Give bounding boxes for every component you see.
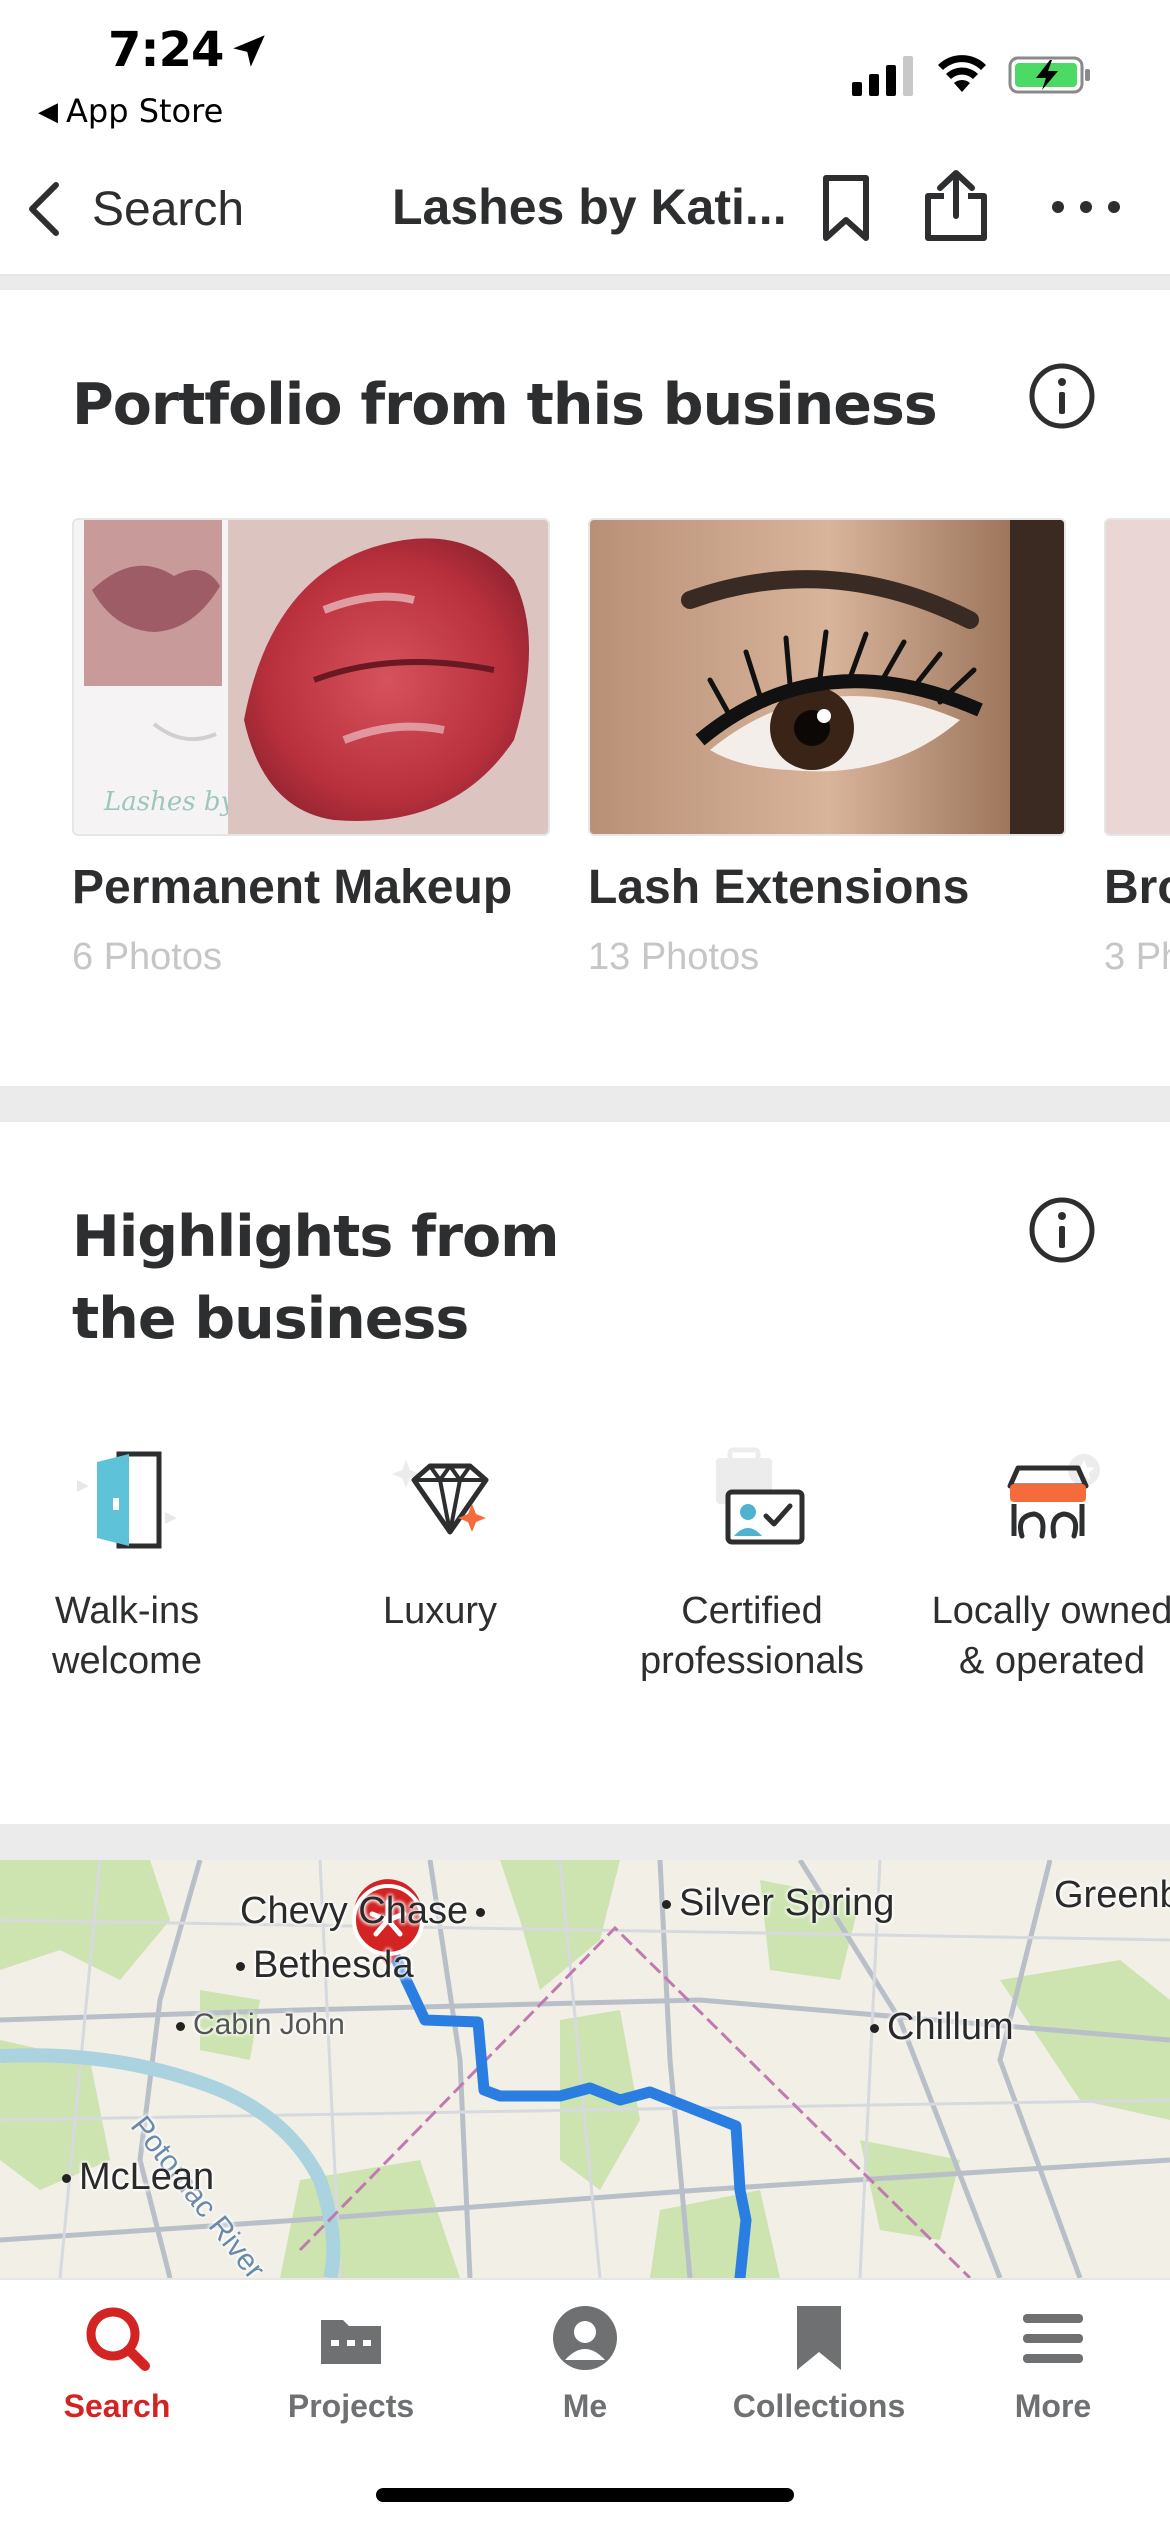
- brows-photo: [1104, 518, 1170, 836]
- profile-icon: [553, 2306, 617, 2370]
- map-label-cabin-john: Cabin John: [176, 2008, 345, 2042]
- highlight-label: Locally owned & operated: [931, 1590, 1170, 1682]
- map-label-mclean: McLean: [62, 2156, 214, 2199]
- map-label-bethesda: Bethesda: [236, 1944, 414, 1987]
- door-icon: [77, 1451, 177, 1549]
- highlight-label: Certified professionals: [640, 1590, 864, 1682]
- back-button[interactable]: Search: [22, 174, 244, 244]
- portfolio-title: Portfolio from this business: [72, 372, 938, 438]
- tab-me[interactable]: Me: [468, 2302, 702, 2425]
- section-divider: [0, 1086, 1170, 1122]
- nav-bar: Search Lashes by Kati...: [0, 140, 1170, 276]
- cellular-signal-icon: [852, 56, 913, 96]
- wifi-icon: [938, 55, 986, 92]
- section-divider: [0, 276, 1170, 290]
- lash-extensions-photo: [588, 518, 1066, 836]
- chevron-left-icon: [29, 182, 59, 236]
- highlight-luxury: Luxury: [290, 1440, 590, 1636]
- back-triangle-icon: ◀: [38, 97, 58, 127]
- card-label: Bro: [1104, 861, 1170, 914]
- share-icon[interactable]: [920, 170, 992, 242]
- portfolio-card-permanent-makeup[interactable]: Lashes by Katie Permanent Makeup 6 Photo…: [72, 518, 550, 978]
- tab-label: Collections: [732, 2388, 906, 2424]
- tab-label: Search: [63, 2388, 171, 2424]
- page-title: Lashes by Kati...: [392, 179, 787, 235]
- highlight-locally-owned: Locally owned & operated: [902, 1440, 1170, 1686]
- highlights-title-line2: the business: [72, 1286, 469, 1352]
- bookmark-icon[interactable]: [814, 174, 878, 242]
- map-label-greenbelt: Greenb: [1054, 1874, 1170, 1916]
- battery-charging-icon: [1008, 56, 1090, 94]
- diamond-icon: [392, 1460, 489, 1535]
- tab-label: More: [1014, 2388, 1092, 2424]
- portfolio-card-brows[interactable]: Bro 3 Ph: [1104, 518, 1170, 978]
- permanent-makeup-photo: Lashes by Katie: [72, 518, 550, 836]
- back-label: Search: [92, 182, 245, 236]
- card-photo-count: 13 Photos: [588, 936, 760, 978]
- section-divider: [0, 1824, 1170, 1860]
- certificate-icon: [716, 1447, 805, 1545]
- bookmark-icon: [797, 2306, 841, 2370]
- card-label: Lash Extensions: [588, 861, 970, 914]
- back-to-app-store[interactable]: ◀ App Store: [38, 92, 223, 130]
- tab-label: Me: [562, 2388, 608, 2424]
- back-app-label: App Store: [66, 92, 224, 130]
- info-icon[interactable]: [1028, 362, 1096, 430]
- tab-label: Projects: [287, 2388, 415, 2424]
- status-bar: 7:24 ◀ App Store: [0, 0, 1170, 140]
- map-label-silver-spring: Silver Spring: [662, 1882, 894, 1925]
- clock: 7:24: [108, 22, 224, 78]
- location-map[interactable]: Chevy Chase Silver Spring Greenb Bethesd…: [0, 1860, 1170, 2278]
- menu-icon: [1023, 2314, 1083, 2363]
- projects-icon: [321, 2320, 381, 2364]
- highlight-certified: Certified professionals: [602, 1440, 902, 1686]
- search-icon: [86, 2307, 150, 2371]
- card-label: Permanent Makeup: [72, 861, 513, 914]
- more-options-icon[interactable]: [1050, 192, 1122, 222]
- tab-more[interactable]: More: [936, 2302, 1170, 2425]
- highlight-walk-ins: Walk-ins welcome: [0, 1440, 277, 1686]
- tab-collections[interactable]: Collections: [702, 2302, 936, 2425]
- map-label-chevy-chase: Chevy Chase: [240, 1890, 486, 1933]
- portfolio-card-lash-extensions[interactable]: Lash Extensions 13 Photos: [588, 518, 1066, 978]
- highlights-title-line1: Highlights from: [72, 1204, 560, 1270]
- storefront-icon: [1007, 1454, 1100, 1539]
- highlight-label: Walk-ins welcome: [52, 1590, 202, 1682]
- info-icon[interactable]: [1028, 1196, 1096, 1264]
- card-photo-count: 3 Ph: [1104, 936, 1170, 978]
- highlight-label: Luxury: [382, 1590, 498, 1632]
- location-arrow-icon: [233, 35, 265, 67]
- map-label-chillum: Chillum: [870, 2006, 1014, 2049]
- tab-projects[interactable]: Projects: [234, 2302, 468, 2425]
- home-indicator[interactable]: [376, 2488, 794, 2502]
- card-photo-count: 6 Photos: [72, 936, 222, 978]
- tab-search[interactable]: Search: [0, 2302, 234, 2425]
